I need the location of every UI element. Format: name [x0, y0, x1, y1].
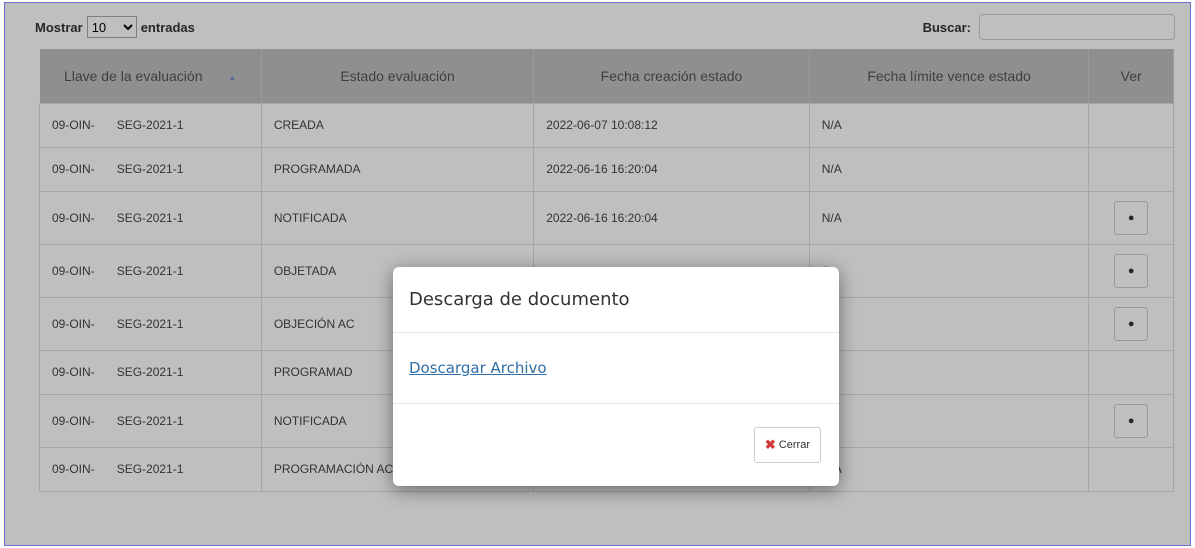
close-button[interactable]: ✖ Cerrar	[753, 427, 821, 463]
close-button-label: Cerrar	[778, 439, 810, 451]
download-modal: Descarga de documento Doscargar Archivo …	[393, 267, 839, 486]
page-frame: Mostrar 10 entradas Buscar: Llave de la …	[4, 2, 1191, 546]
modal-header: Descarga de documento	[393, 267, 839, 333]
modal-body: Doscargar Archivo	[393, 333, 839, 404]
download-link[interactable]: Doscargar Archivo	[409, 359, 547, 377]
modal-title: Descarga de documento	[409, 289, 630, 310]
modal-footer: ✖ Cerrar	[393, 404, 839, 486]
close-icon: ✖	[764, 437, 776, 452]
